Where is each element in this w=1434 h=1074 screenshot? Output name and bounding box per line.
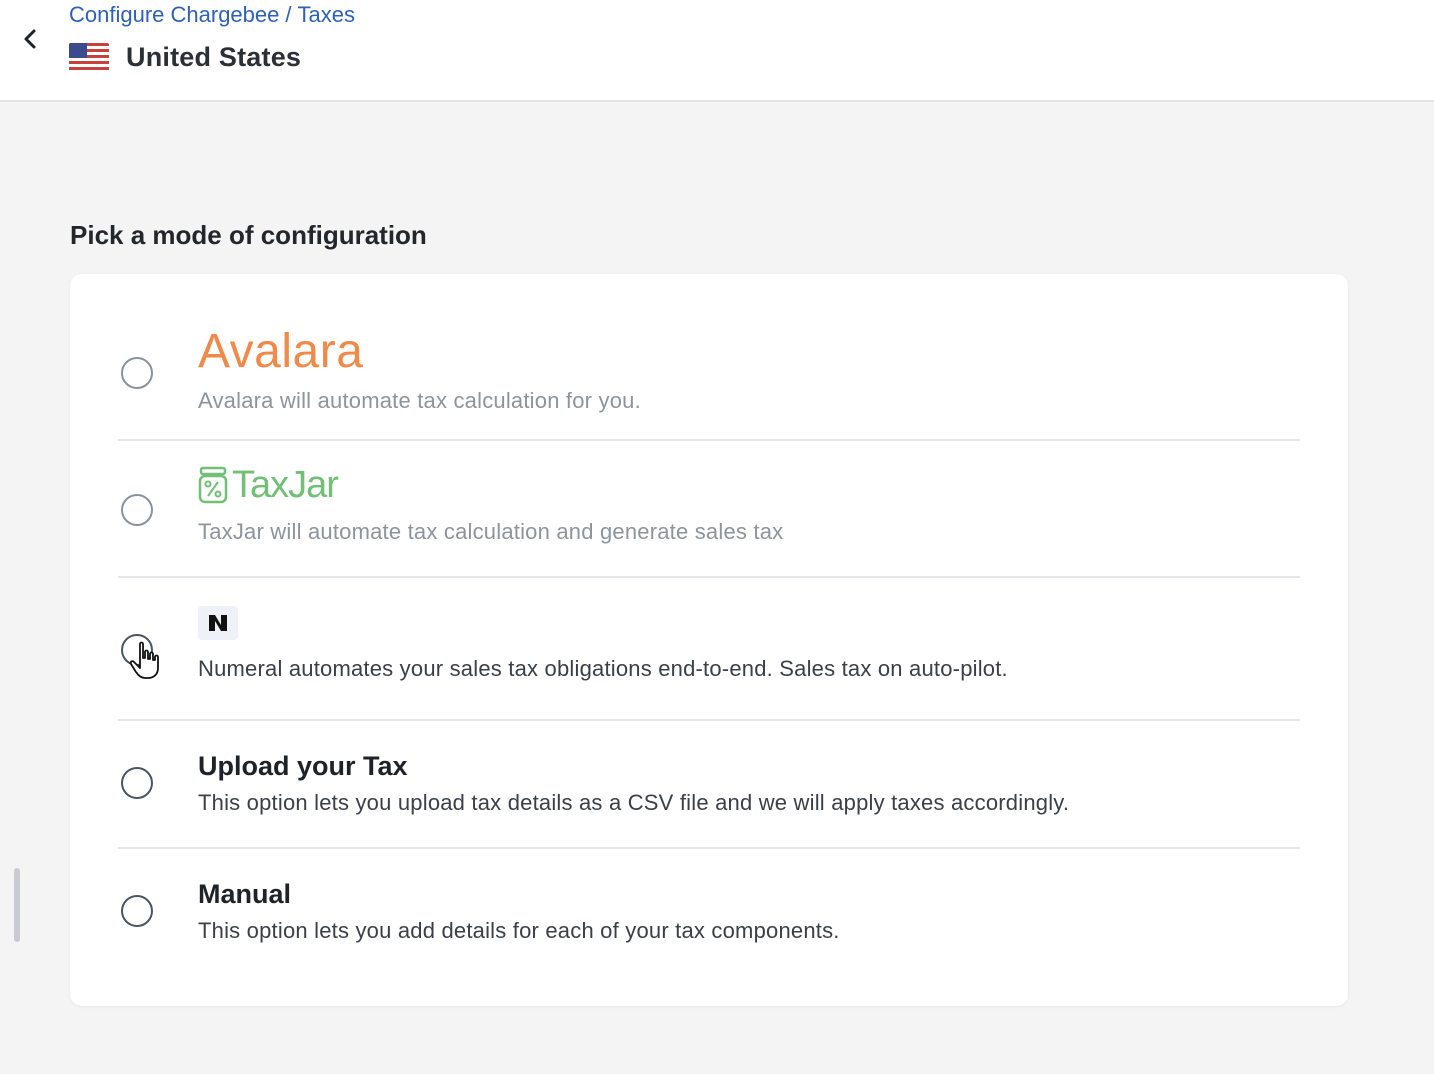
section-heading: Pick a mode of configuration <box>70 220 427 250</box>
breadcrumb-taxes[interactable]: Taxes <box>298 2 355 27</box>
taxjar-description: TaxJar will automate tax calculation and… <box>198 519 784 544</box>
back-button[interactable] <box>14 24 46 54</box>
scrollbar-thumb[interactable] <box>14 868 20 942</box>
option-manual[interactable]: Manual This option lets you add details … <box>118 849 1300 979</box>
chevron-left-icon <box>24 29 36 49</box>
upload-tax-radio[interactable] <box>121 767 153 799</box>
numeral-description: Numeral automates your sales tax obligat… <box>198 656 1008 681</box>
avalara-radio[interactable] <box>121 357 153 389</box>
option-taxjar[interactable]: TaxJar TaxJar will automate tax calculat… <box>118 441 1300 578</box>
manual-description: This option lets you add details for eac… <box>198 918 840 943</box>
avalara-logo: Avalara <box>198 328 641 376</box>
option-avalara[interactable]: Avalara Avalara will automate tax calcul… <box>118 314 1300 441</box>
taxjar-radio[interactable] <box>121 494 153 526</box>
avalara-description: Avalara will automate tax calculation fo… <box>198 388 641 413</box>
page-title: United States <box>126 42 302 72</box>
numeral-logo-icon <box>198 606 238 640</box>
avalara-logo-text: Avalara <box>198 325 364 378</box>
title-row: United States <box>69 42 301 73</box>
configuration-options-card: Avalara Avalara will automate tax calcul… <box>70 274 1348 1006</box>
taxjar-logo: TaxJar <box>198 465 783 505</box>
upload-tax-title: Upload your Tax <box>198 751 408 781</box>
manual-title: Manual <box>198 879 292 909</box>
upload-tax-description: This option lets you upload tax details … <box>198 790 1070 815</box>
taxjar-jar-icon <box>198 466 228 504</box>
taxjar-logo-text: TaxJar <box>232 464 339 506</box>
numeral-radio[interactable] <box>121 634 153 666</box>
us-flag-icon <box>69 42 109 73</box>
breadcrumb: Configure Chargebee / Taxes <box>69 2 355 28</box>
breadcrumb-separator: / <box>285 2 292 27</box>
breadcrumb-configure-chargebee[interactable]: Configure Chargebee <box>69 2 279 27</box>
option-numeral[interactable]: Numeral automates your sales tax obligat… <box>118 578 1300 721</box>
option-upload-tax[interactable]: Upload your Tax This option lets you upl… <box>118 721 1300 849</box>
page-header: Configure Chargebee / Taxes United States <box>0 0 1434 102</box>
manual-radio[interactable] <box>121 895 153 927</box>
